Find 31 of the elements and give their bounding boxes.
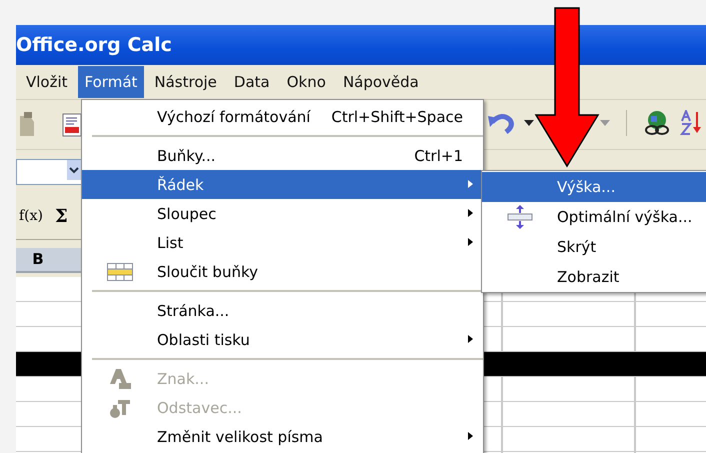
dropdown-caret-icon[interactable] (67, 160, 81, 180)
dropdown-caret-icon[interactable] (524, 120, 534, 126)
menu-item[interactable]: Výška... (482, 172, 706, 202)
menu-item[interactable]: Stránka... (82, 296, 483, 325)
menu-bar-item[interactable]: Nástroje (147, 66, 224, 98)
menu-item[interactable]: Sloučit buňky (82, 257, 483, 286)
optimal-height-icon (506, 205, 532, 229)
pdf-icon[interactable] (62, 112, 82, 136)
menu-item[interactable]: Skrýt (482, 232, 706, 262)
column-header[interactable]: B (16, 248, 80, 273)
menu-item[interactable]: Oblasti tisku (82, 325, 483, 354)
sort-icon[interactable] (679, 110, 703, 136)
menu-bar-item[interactable]: Formát (78, 66, 144, 98)
menu-bar-item[interactable]: Vložit (16, 66, 75, 98)
menu-item[interactable]: Buňky... Ctrl+1 (82, 141, 483, 170)
menu-item[interactable]: Sloupec (82, 199, 483, 228)
menu-bar-item[interactable]: Data (226, 66, 277, 98)
menu-item[interactable]: Optimální výška... (482, 202, 706, 232)
menu-item[interactable]: Řádek (82, 170, 483, 199)
menu-item[interactable]: Zobrazit (482, 262, 706, 292)
window-title: Office.org Calc (16, 34, 172, 56)
menu-item[interactable]: Změnit velikost písma (82, 422, 483, 451)
menu-item[interactable]: Výchozí formátování Ctrl+Shift+Space (82, 102, 483, 131)
function-wizard-button[interactable]: f(x) (16, 206, 46, 226)
menu-bar-item[interactable]: Okno (280, 66, 333, 98)
menu-bar-item[interactable]: Nápověda (336, 66, 426, 98)
menu-item[interactable]: List (82, 228, 483, 257)
globe-link-icon[interactable] (643, 110, 671, 136)
character-icon (108, 368, 130, 390)
sum-button[interactable]: Σ (52, 204, 71, 228)
merge-cells-icon (106, 262, 132, 280)
